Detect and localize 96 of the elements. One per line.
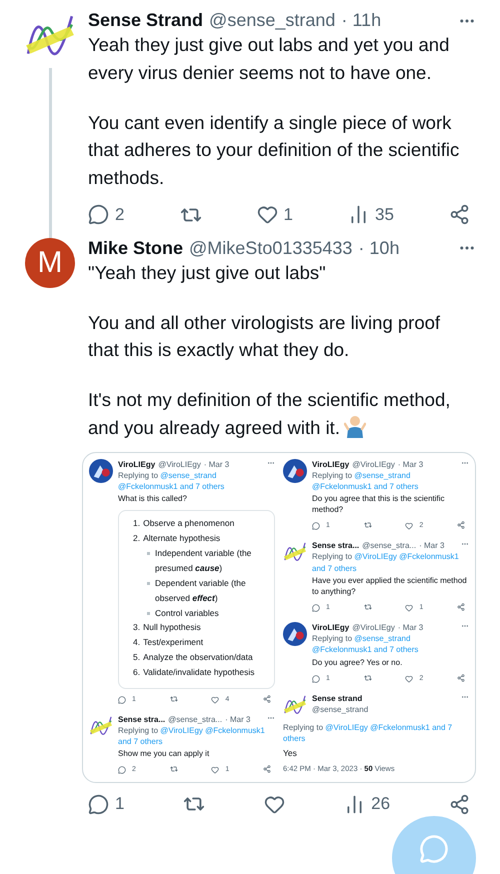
list-item: Validate/invalidate hypothesis xyxy=(143,666,254,679)
reply-context: Replying to @sense_strand @Fckelonmusk1 and 7 others xyxy=(118,470,226,492)
list-number: 4. xyxy=(133,636,140,650)
share-icon[interactable] xyxy=(262,694,271,703)
reply-icon[interactable] xyxy=(118,766,126,774)
post-text: Yes xyxy=(283,748,298,760)
author-name[interactable]: Sense Strand xyxy=(88,10,204,31)
list-number: 5. xyxy=(133,651,140,664)
list-item: Alternate hypothesis xyxy=(143,532,220,546)
shrugging-person-icon xyxy=(344,414,366,438)
reply-context: Replying to @sense_strand @Fckelonmusk1 and 7 others xyxy=(312,470,420,492)
reply-count: 1 xyxy=(115,794,124,814)
retweet-icon[interactable] xyxy=(170,694,178,703)
share-icon[interactable] xyxy=(456,674,465,682)
list-number: 6. xyxy=(133,666,140,679)
bullet-icon xyxy=(147,612,150,614)
tweet-text: You cant even identify a single piece of work that adheres to your definition of the scientific methods. xyxy=(88,110,460,190)
reply-count: 2 xyxy=(115,204,124,225)
like-icon[interactable] xyxy=(211,696,220,704)
post-text: Have you ever applied the scientific method to anything? xyxy=(312,574,468,598)
share-icon[interactable] xyxy=(262,765,271,774)
reply-icon[interactable] xyxy=(312,674,320,683)
author-handle: @MikeSto01335433 xyxy=(189,238,352,259)
tweet-text: It's not my definition of the scientific method, and you already agreed with it. xyxy=(88,388,452,440)
author-name: Sense strand xyxy=(312,692,362,704)
reply-context: Replying to @ViroLIEgy @Fckelonmusk1 and 7 others xyxy=(283,722,454,744)
share-icon[interactable] xyxy=(448,204,470,226)
virus-avatar-icon xyxy=(89,458,113,482)
post-text: What is this called? xyxy=(118,493,188,504)
author-handle: @sense_stra... xyxy=(362,540,416,552)
list-item: Dependent variable (the observed effect) xyxy=(155,576,247,605)
reply-icon[interactable] xyxy=(312,522,320,530)
reply-context: Replying to @ViroLIEgy @Fckelonmusk1 and 7 others xyxy=(118,724,266,748)
author-handle: @ViroLIEgy xyxy=(158,458,201,470)
author-name: ViroLIEgy xyxy=(118,458,156,470)
list-number: 2. xyxy=(133,532,140,546)
virus-avatar-icon xyxy=(283,622,307,646)
author-handle: @ViroLIEgy xyxy=(352,458,395,470)
share-icon[interactable] xyxy=(448,794,470,815)
tweet-text: You and all other virologists are living proof that this is exactly what they do. xyxy=(88,310,442,362)
author-name: Sense stra... xyxy=(312,540,360,552)
retweet-icon[interactable] xyxy=(364,674,372,682)
like-count: 1 xyxy=(284,204,293,225)
author-handle: @sense_strand xyxy=(209,10,336,31)
post-time: · Mar 3 xyxy=(225,714,250,725)
bullet-icon xyxy=(147,552,150,555)
author-name: ViroLIEgy xyxy=(312,622,350,634)
post-text: Do you agree? Yes or no. xyxy=(312,656,404,668)
author-handle: @sense_strand xyxy=(312,704,368,714)
list-item: Observe a phenomenon xyxy=(143,517,234,530)
author-handle: @sense_stra... xyxy=(168,714,222,725)
like-icon[interactable] xyxy=(264,794,286,815)
author-name[interactable]: Mike Stone xyxy=(88,238,184,259)
post-time: · 10h xyxy=(358,238,400,259)
share-icon[interactable] xyxy=(456,603,465,612)
like-icon[interactable] xyxy=(211,766,220,774)
tweet-text: "Yeah they just give out labs" xyxy=(88,260,327,285)
list-item: Analyze the observation/data xyxy=(143,651,253,664)
tweet-text: Yeah they just give out labs and yet you and every virus denier seems not to have one. xyxy=(88,33,450,85)
share-icon[interactable] xyxy=(456,521,465,530)
reply-icon[interactable] xyxy=(118,696,126,704)
retweet-icon[interactable] xyxy=(364,521,372,530)
author-name: ViroLIEgy xyxy=(312,458,350,470)
post-time: · Mar 3 xyxy=(204,458,230,470)
post-text: Do you agree that this is the scientific method? xyxy=(312,493,446,516)
reply-icon[interactable] xyxy=(88,204,109,226)
author-handle: @ViroLIEgy xyxy=(352,622,395,634)
post-time: · 11h xyxy=(341,10,382,31)
virus-avatar-icon xyxy=(283,458,307,482)
post-time: · Mar 3 xyxy=(398,622,424,634)
author-name: Sense stra... xyxy=(118,714,166,725)
reply-context: Replying to @ViroLIEgy @Fckelonmusk1 and 7 others xyxy=(312,551,460,574)
list-number: 3. xyxy=(133,621,140,634)
speech-bubble-icon xyxy=(419,834,449,864)
bullet-icon xyxy=(147,582,150,585)
list-item: Test/experiment xyxy=(143,636,204,650)
post-time: · Mar 3 xyxy=(419,540,444,552)
reply-context: Replying to @sense_strand @Fckelonmusk1 and 7 others xyxy=(312,633,420,656)
reply-icon[interactable] xyxy=(312,604,320,612)
letter-avatar[interactable]: M xyxy=(25,238,75,288)
post-time: · Mar 3 xyxy=(398,458,424,470)
retweet-icon[interactable] xyxy=(364,603,372,612)
views-count: 26 xyxy=(371,794,390,814)
screenshot-image[interactable] xyxy=(82,452,476,784)
list-item: Null hypothesis xyxy=(143,621,201,634)
retweet-icon[interactable] xyxy=(170,765,178,774)
views-count: 35 xyxy=(375,204,394,225)
like-icon[interactable] xyxy=(405,522,414,530)
reply-icon[interactable] xyxy=(88,794,109,815)
like-icon[interactable] xyxy=(256,204,278,226)
list-number: 1. xyxy=(133,517,140,530)
list-item: Independent variable (the presumed cause) xyxy=(155,547,252,575)
like-icon[interactable] xyxy=(405,604,414,612)
list-item: Control variables xyxy=(155,606,219,620)
post-text: Show me you can apply it xyxy=(118,748,210,760)
like-icon[interactable] xyxy=(405,674,414,683)
